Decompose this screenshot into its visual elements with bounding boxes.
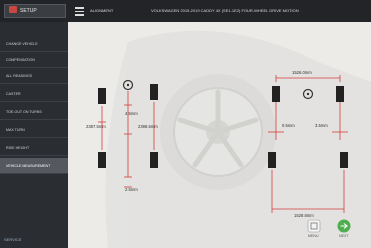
- left-front-right-wheel: [150, 84, 158, 100]
- section-title: ALIGNMENT: [90, 8, 114, 13]
- next-button-label: NEXT: [339, 234, 349, 238]
- right-setback-left-label: 0.5mm: [282, 123, 295, 128]
- sidebar: CHANGE VEHICLE COMPENSATION ALL READINGS…: [0, 22, 68, 248]
- sidebar-item-max-turn[interactable]: MAX TURN: [0, 122, 68, 138]
- left-wheelbase-left-label: 2387.5mm: [86, 124, 106, 129]
- setup-label: SETUP: [20, 8, 37, 14]
- setup-icon: [9, 6, 17, 13]
- left-front-left-wheel: [98, 88, 106, 104]
- right-front-right-wheel: [336, 86, 344, 102]
- left-top-offset-label: 4.5mm: [125, 111, 138, 116]
- right-rear-track-label: 1528.8mm: [294, 213, 314, 218]
- right-front-left-wheel: [272, 86, 280, 102]
- sidebar-item-all-readings[interactable]: ALL READINGS: [0, 68, 68, 84]
- right-front-track-label: 1526.0mm: [292, 70, 312, 75]
- sidebar-footer[interactable]: SERVICE: [4, 237, 22, 242]
- top-bar: SETUP ALIGNMENT VOLKSWAGEN 2015-2019 CAD…: [0, 0, 371, 22]
- sidebar-item-compensation[interactable]: COMPENSATION: [0, 52, 68, 68]
- left-rear-left-wheel: [98, 152, 106, 168]
- left-rear-right-wheel: [150, 152, 158, 168]
- sidebar-item-vehicle-measurement[interactable]: VEHICLE MEASUREMENT: [0, 158, 68, 174]
- left-wheelbase-right-label: 2398.5mm: [138, 124, 158, 129]
- vehicle-diagram: [98, 30, 371, 248]
- hamburger-menu-icon[interactable]: [74, 5, 86, 17]
- right-rear-left-wheel: [268, 152, 276, 168]
- sidebar-item-ride-height[interactable]: RIDE HEIGHT: [0, 140, 68, 156]
- sidebar-item-toe-out-on-turns[interactable]: TOE-OUT ON TURNS: [0, 104, 68, 120]
- menu-button-label: MENU: [308, 234, 319, 238]
- right-rear-right-wheel: [340, 152, 348, 168]
- measurement-area: 4.5mm 2387.5mm 2398.5mm 2.5mm 1526.0mm 0…: [68, 22, 371, 248]
- left-bottom-offset-label: 2.5mm: [125, 187, 138, 192]
- vehicle-title: VOLKSWAGEN 2015-2019 CADDY 4X (SE1-1E2) …: [151, 8, 299, 13]
- sidebar-item-change-vehicle[interactable]: CHANGE VEHICLE: [0, 36, 68, 52]
- setup-button[interactable]: SETUP: [4, 4, 66, 18]
- alignment-screen: SETUP ALIGNMENT VOLKSWAGEN 2015-2019 CAD…: [0, 0, 371, 248]
- car-background-art: [105, 30, 371, 248]
- menu-action-button[interactable]: [307, 219, 321, 233]
- sidebar-item-caster[interactable]: CASTER: [0, 86, 68, 102]
- next-action-button[interactable]: [337, 219, 351, 233]
- right-setback-right-label: 3.5mm: [315, 123, 328, 128]
